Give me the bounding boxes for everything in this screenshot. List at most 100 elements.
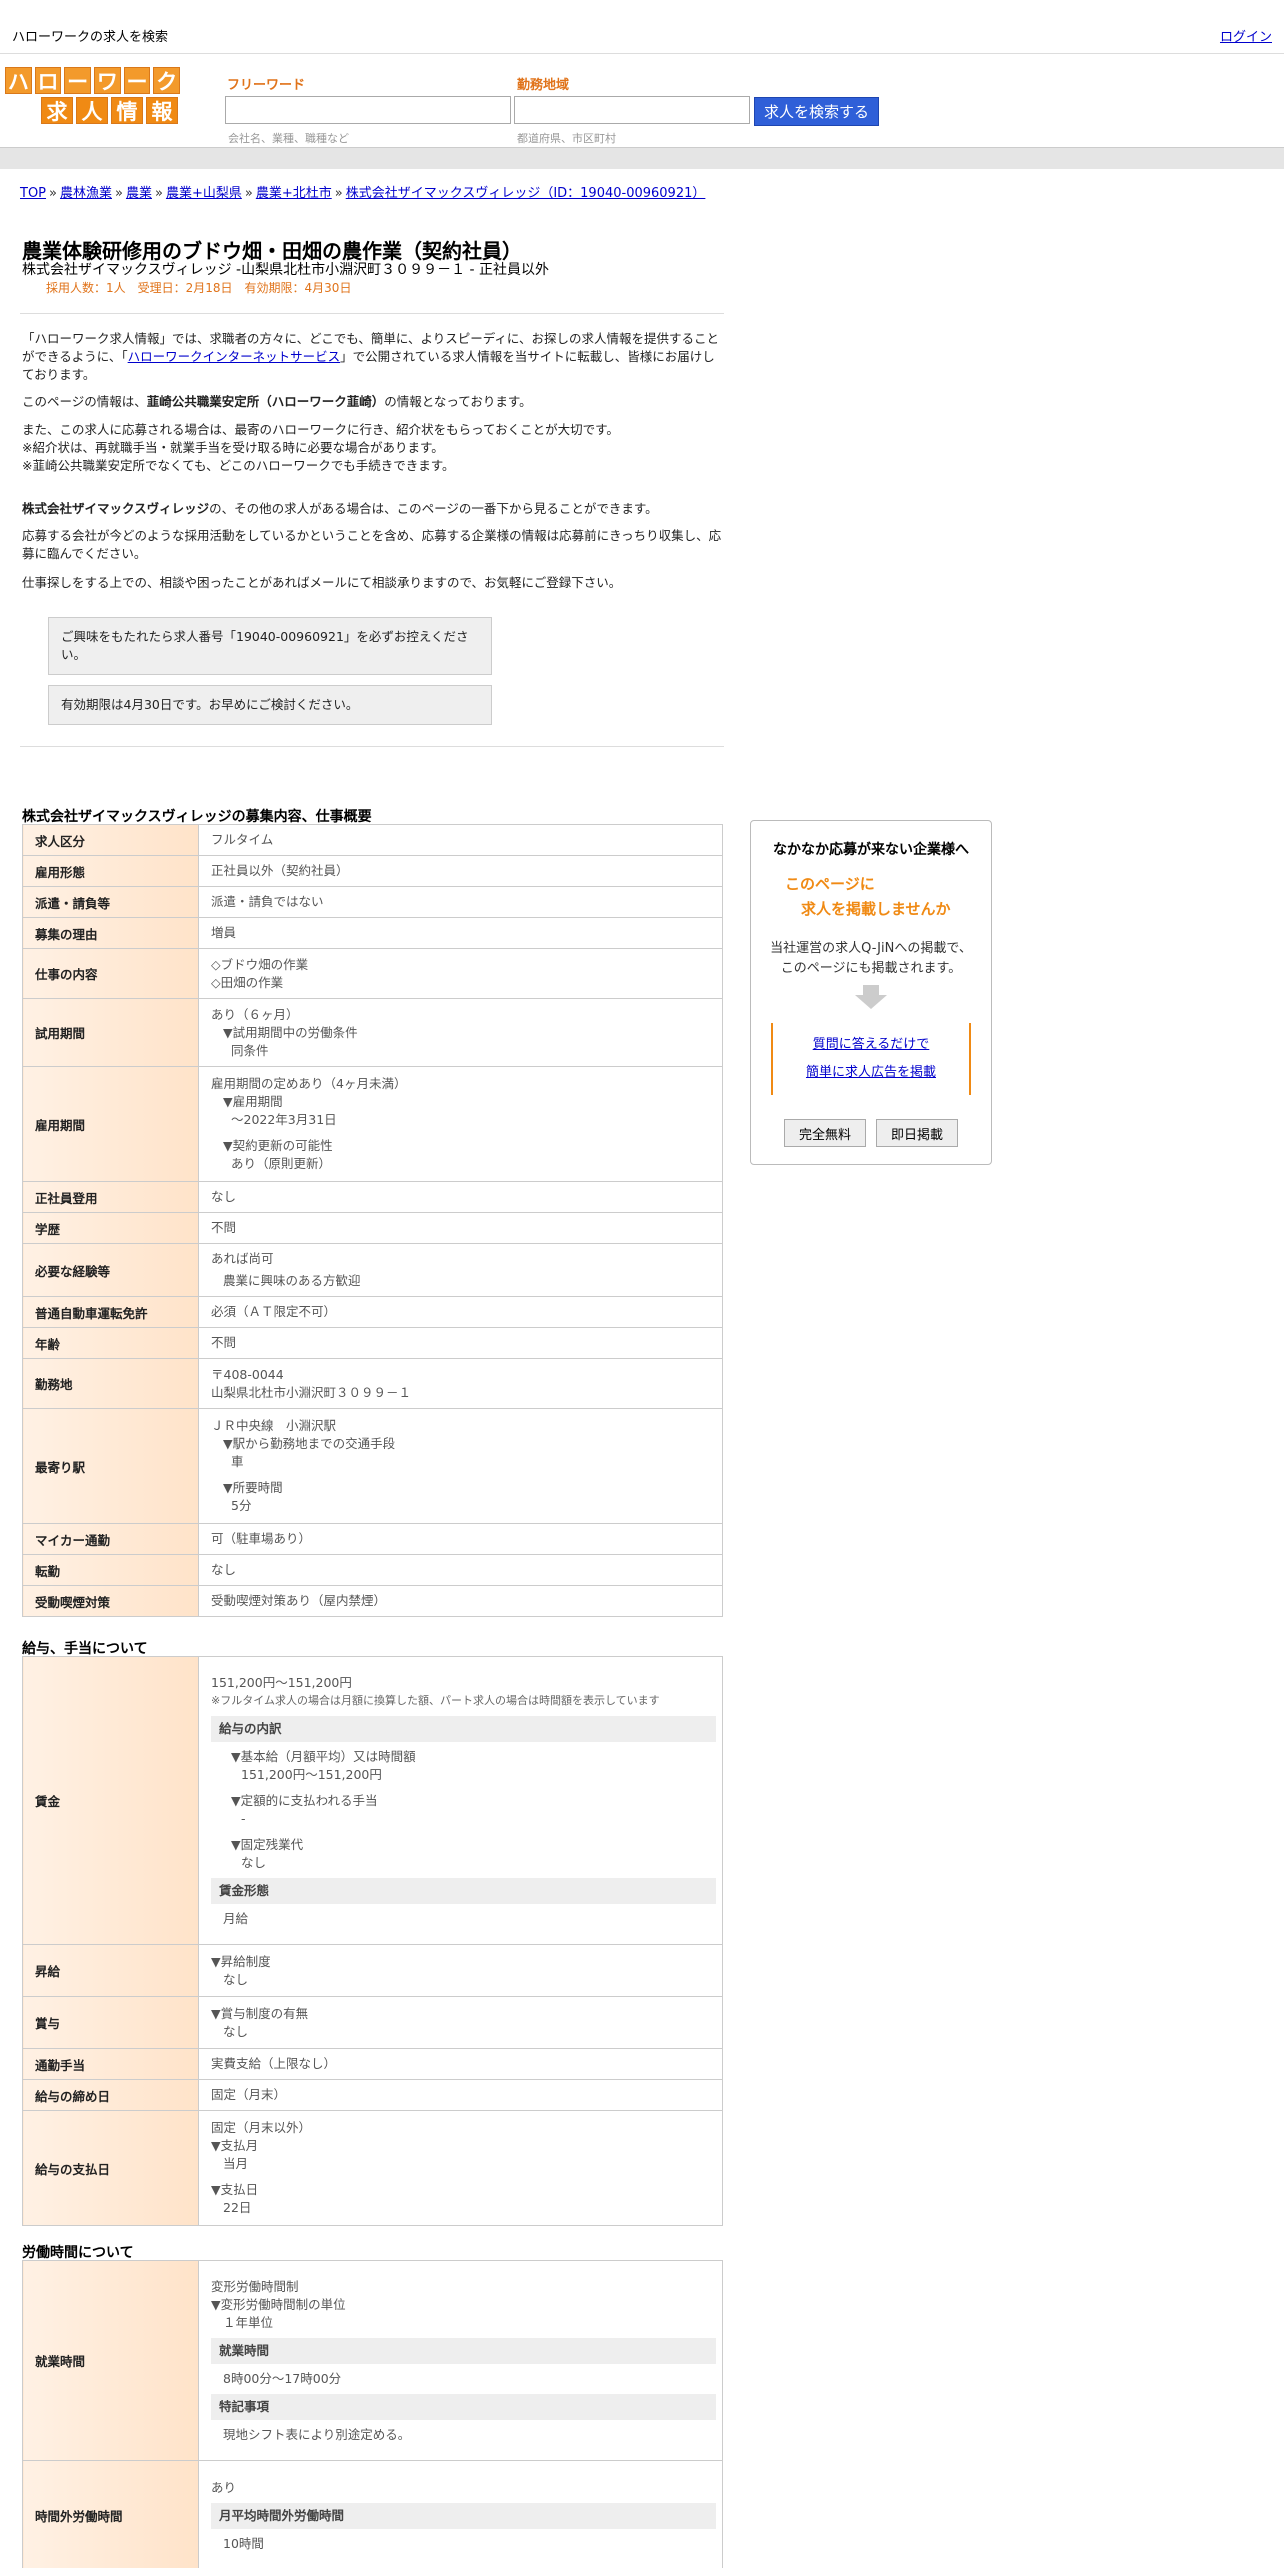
breadcrumb-agriculture-hokuto[interactable]: 農業+北杜市 xyxy=(256,186,332,201)
field-value: 正社員以外（契約社員） xyxy=(198,855,723,887)
value-line: あり xyxy=(211,2479,237,2495)
table-row: 勤務地 〒408-0044 山梨県北杜市小淵沢町３０９９－１ xyxy=(22,1358,723,1409)
field-label: 仕事の内容 xyxy=(22,948,199,999)
hellowork-logo[interactable]: ハ ロ ー ワ ー ク 求 人 情 報 xyxy=(5,67,181,125)
table-row: 派遣・請負等 派遣・請負ではない xyxy=(22,886,723,918)
intro-paragraph-2: このページの情報は、韮崎公共職業安定所（ハローワーク韮崎）の情報となっております… xyxy=(22,393,722,411)
field-value: 固定（月末以外） ▼支払月 当月 ▼支払日 22日 xyxy=(198,2110,723,2226)
intro-text: ※韮崎公共職業安定所でなくても、どこのハローワークでも手続きできます。 xyxy=(22,458,455,473)
field-value: 不問 xyxy=(198,1212,723,1244)
section-title-working-hours: 労働時間について xyxy=(22,2245,134,2261)
area-input[interactable] xyxy=(514,96,750,124)
field-label: 普通自動車運転免許 xyxy=(22,1296,199,1328)
working-hours-table: 就業時間 変形労働時間制 ▼変形労働時間制の単位 １年単位 就業時間 8時00分… xyxy=(22,2260,723,2568)
breadcrumb-company[interactable]: 株式会社ザイマックスヴィレッジ（ID：19040-00960921） xyxy=(346,186,706,201)
value-line: ◇ブドウ畑の作業 xyxy=(211,956,309,972)
value-line: ▼所要時間 xyxy=(223,1480,283,1495)
intro-paragraph-4: 株式会社ザイマックスヴィレッジの、その他の求人がある場合は、このページの一番下か… xyxy=(22,500,722,518)
logo-char: 報 xyxy=(146,97,178,124)
breadcrumb-agriculture[interactable]: 農業 xyxy=(126,186,152,201)
field-value: あれば尚可 農業に興味のある方歓迎 xyxy=(198,1243,723,1297)
value-line: 〜2022年3月31日 xyxy=(231,1112,337,1127)
value-line: 8時00分〜17時00分 xyxy=(223,2370,342,2386)
value-line: あり（６ヶ月） xyxy=(211,1006,299,1022)
breadcrumb-agriculture-forestry[interactable]: 農林漁業 xyxy=(60,186,112,201)
breadcrumb-top[interactable]: TOP xyxy=(20,186,46,201)
table-row: 試用期間 あり（６ヶ月） ▼試用期間中の労働条件 同条件 xyxy=(22,998,723,1067)
field-label: 雇用期間 xyxy=(22,1066,199,1182)
value-line: ▼定額的に支払われる手当 xyxy=(231,1792,378,1808)
field-value: あり（６ヶ月） ▼試用期間中の労働条件 同条件 xyxy=(198,998,723,1067)
logo-char: ー xyxy=(123,67,151,94)
table-row: 時間外労働時間 あり 月平均時間外労働時間 10時間 xyxy=(22,2460,723,2568)
breadcrumb-agriculture-yamanashi[interactable]: 農業+山梨県 xyxy=(166,186,242,201)
area-hint: 都道府県、市区町村 xyxy=(517,132,616,145)
logo-row-2: 求 人 情 報 xyxy=(5,97,180,124)
field-label: マイカー通勤 xyxy=(22,1523,199,1555)
field-value: ▼昇給制度 なし xyxy=(198,1944,723,1997)
value-line: なし xyxy=(223,2023,249,2039)
table-row: 年齢 不問 xyxy=(22,1327,723,1359)
area-label: 勤務地域 xyxy=(517,78,570,93)
table-row: 通勤手当 実費支給（上限なし） xyxy=(22,2048,723,2080)
breadcrumb-separator: » xyxy=(244,186,253,201)
table-row: 募集の理由 増員 xyxy=(22,917,723,949)
field-label: 正社員登用 xyxy=(22,1181,199,1213)
field-value: なし xyxy=(198,1181,723,1213)
answer-questions-link[interactable]: 質問に答えるだけで xyxy=(773,1031,969,1059)
same-day-badge[interactable]: 即日掲載 xyxy=(876,1119,958,1147)
employer-ad-box: なかなか応募が来ない企業様へ このページに 求人を掲載しませんか 当社運営の求人… xyxy=(750,820,992,1165)
logo-char: 情 xyxy=(111,97,143,124)
expiry-notice: 有効期限は4月30日です。お早めにご検討ください。 xyxy=(48,685,492,725)
field-label: 昇給 xyxy=(22,1944,199,1997)
job-number-notice: ご興味をもたれたら求人番号「19040-00960921」を必ずお控えください。 xyxy=(48,617,492,675)
login-link[interactable]: ログイン xyxy=(1220,26,1272,45)
job-subtitle: 株式会社ザイマックスヴィレッジ -山梨県北杜市小淵沢町３０９９－１ - 正社員以… xyxy=(22,262,550,278)
free-badge[interactable]: 完全無料 xyxy=(784,1119,866,1147)
value-line: ◇田畑の作業 xyxy=(211,974,284,990)
intro-text: また、この求人に応募される場合は、最寄のハローワークに行き、紹介状をもらっておく… xyxy=(22,422,619,437)
value-line: ▼昇給制度 xyxy=(211,1953,271,1969)
site-title: ハローワークの求人を検索 xyxy=(12,30,169,45)
value-line: 山梨県北杜市小淵沢町３０９９－１ xyxy=(211,1384,412,1400)
intro-text: このページの情報は、 xyxy=(22,394,147,409)
intro-paragraph-5: 応募する会社が今どのような採用活動をしているかということを含め、応募する企業様の… xyxy=(22,528,722,561)
field-value: 受動喫煙対策あり（屋内禁煙） xyxy=(198,1585,723,1617)
value-line: - xyxy=(241,1810,246,1826)
field-value: フルタイム xyxy=(198,824,723,856)
working-hours-heading: 就業時間 xyxy=(211,2337,716,2364)
ad-badges: 完全無料 即日掲載 xyxy=(751,1119,991,1147)
value-line: ▼賞与制度の有無 xyxy=(211,2005,309,2021)
breadcrumb-separator: » xyxy=(49,186,57,201)
freeword-input[interactable] xyxy=(225,96,511,124)
field-value: 実費支給（上限なし） xyxy=(198,2048,723,2080)
value-line: ▼変形労働時間制の単位 xyxy=(211,2296,346,2312)
post-job-ad-link[interactable]: 簡単に求人広告を掲載 xyxy=(773,1059,969,1087)
field-value: 不問 xyxy=(198,1327,723,1359)
field-value: 派遣・請負ではない xyxy=(198,886,723,918)
intro-paragraph-1: 「ハローワーク求人情報」では、求職者の方々に、どこでも、簡単に、よりスピーディに… xyxy=(22,330,722,384)
value-line: 車 xyxy=(231,1454,244,1469)
hellowork-internet-service-link[interactable]: ハローワークインターネットサービス xyxy=(128,349,341,364)
field-label: 年齢 xyxy=(22,1327,199,1359)
value-line: 当月 xyxy=(223,2156,249,2171)
search-jobs-button[interactable]: 求人を検索する xyxy=(754,97,879,126)
value-line: ▼固定残業代 xyxy=(231,1836,304,1852)
value-line: あれば尚可 xyxy=(211,1251,274,1266)
field-label: 派遣・請負等 xyxy=(22,886,199,918)
salary-table: 賃金 151,200円〜151,200円 ※フルタイム求人の場合は月額に換算した… xyxy=(22,1656,723,2226)
table-row: 必要な経験等 あれば尚可 農業に興味のある方歓迎 xyxy=(22,1243,723,1297)
field-label: 受動喫煙対策 xyxy=(22,1585,199,1617)
intro-text: の情報となっております。 xyxy=(384,394,532,409)
job-meta: 採用人数：1人 受理日：2月18日 有効期限：4月30日 xyxy=(46,281,352,295)
intro-text: ※紹介状は、再就職手当・就業手当を受け取る時に必要な場合があります。 xyxy=(22,440,444,455)
field-value: 可（駐車場あり） xyxy=(198,1523,723,1555)
field-value: ◇ブドウ畑の作業 ◇田畑の作業 xyxy=(198,948,723,999)
value-line: １年単位 xyxy=(223,2314,274,2330)
ad-headline-1: このページに xyxy=(785,875,875,893)
field-value: 必須（ＡＴ限定不可） xyxy=(198,1296,723,1328)
table-row: 普通自動車運転免許 必須（ＡＴ限定不可） xyxy=(22,1296,723,1328)
field-value: 151,200円〜151,200円 ※フルタイム求人の場合は月額に換算した額、パ… xyxy=(198,1656,723,1945)
field-label: 勤務地 xyxy=(22,1358,199,1409)
freeword-label: フリーワード xyxy=(227,78,306,93)
